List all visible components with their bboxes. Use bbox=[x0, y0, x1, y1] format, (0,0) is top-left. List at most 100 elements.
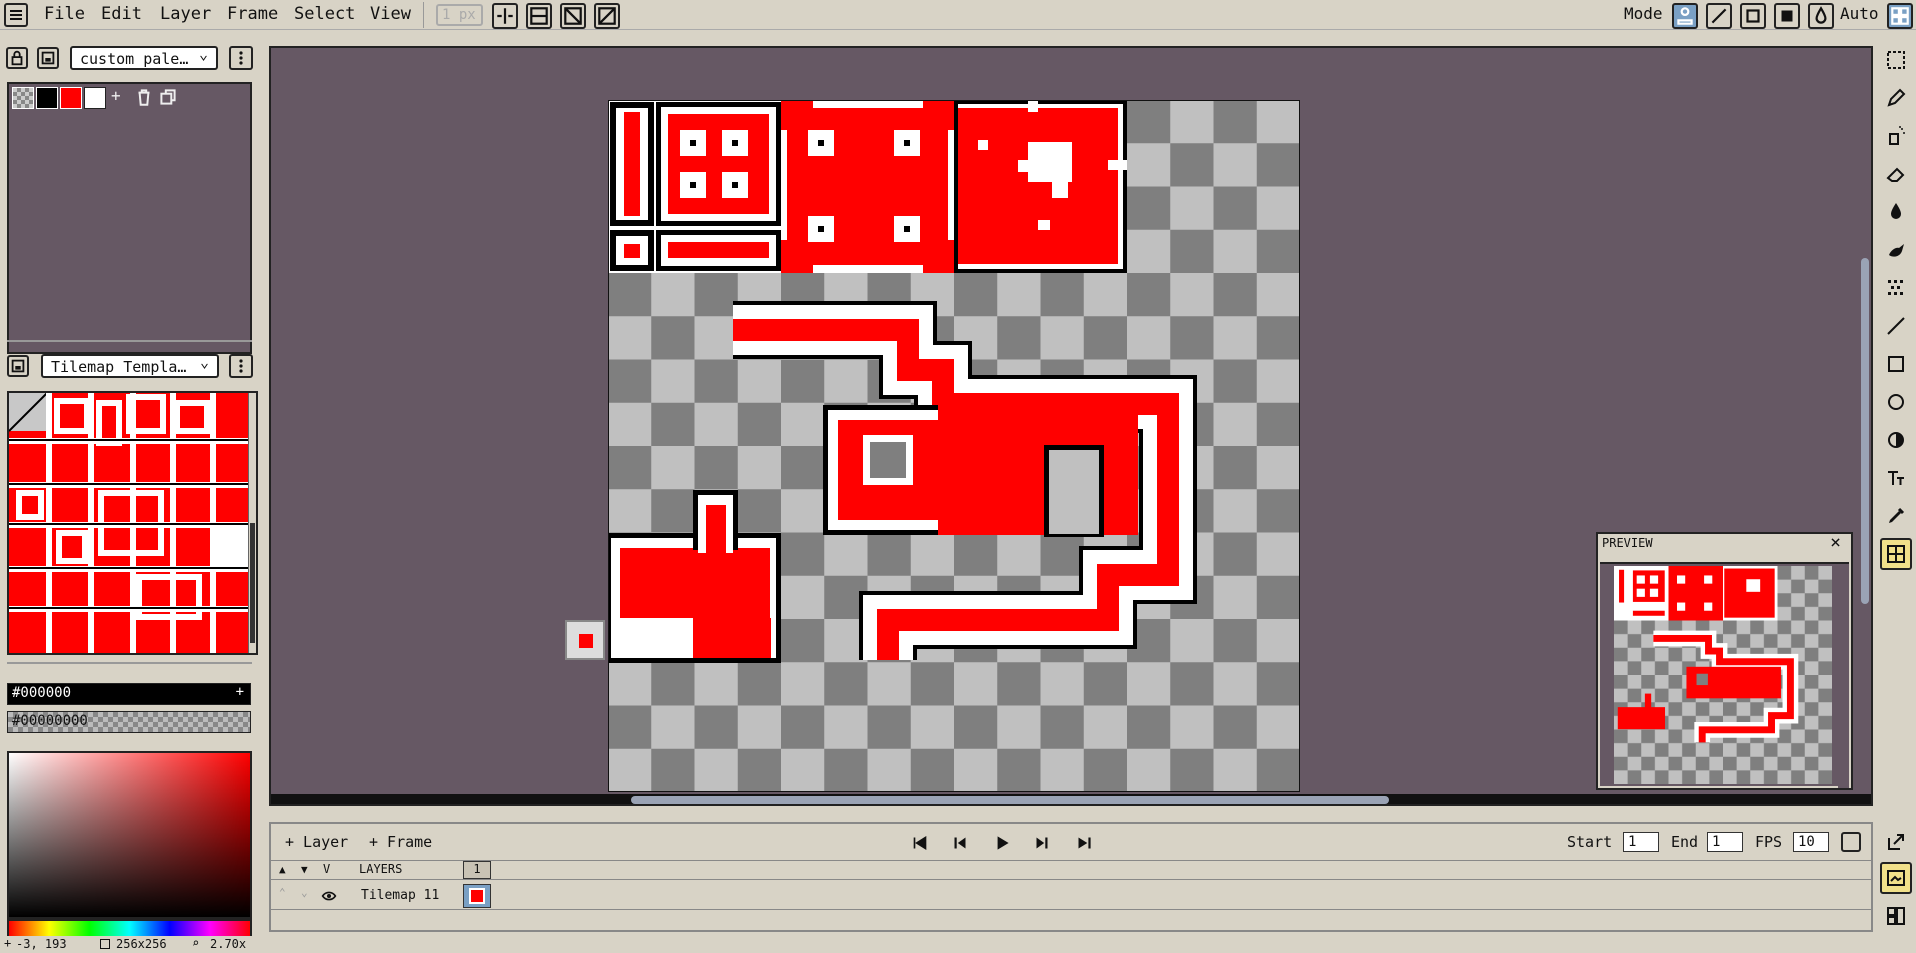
menu-select[interactable]: Select bbox=[294, 4, 355, 24]
mode-line-icon[interactable] bbox=[1706, 3, 1732, 29]
spray-icon[interactable] bbox=[1880, 120, 1912, 152]
smudge-icon[interactable] bbox=[1880, 234, 1912, 266]
palette-menu-icon[interactable] bbox=[229, 46, 253, 70]
swatch-white[interactable] bbox=[84, 87, 106, 109]
swatch-black[interactable] bbox=[36, 87, 58, 109]
vertical-scrollbar[interactable] bbox=[1861, 258, 1869, 604]
horizontal-scrollbar[interactable] bbox=[631, 796, 1389, 804]
add-layer-button[interactable]: + Layer bbox=[285, 833, 348, 851]
fps-label: FPS bbox=[1755, 833, 1783, 851]
preview-canvas bbox=[1600, 562, 1849, 788]
start-label: Start bbox=[1567, 833, 1613, 851]
pencil-icon[interactable] bbox=[1880, 82, 1912, 114]
canvas-size: 256x256 bbox=[116, 937, 167, 951]
zoom-icon: ⌕ bbox=[192, 936, 200, 950]
layers-header-row: ▲ ▼ V LAYERS 1 bbox=[271, 860, 1871, 880]
layer-up-icon[interactable]: ⌃ bbox=[279, 886, 286, 899]
rectangle-icon[interactable] bbox=[1880, 348, 1912, 380]
mode-stamp-icon[interactable] bbox=[1672, 3, 1698, 29]
lock-icon[interactable] bbox=[6, 47, 28, 69]
eye-icon[interactable] bbox=[321, 888, 337, 904]
layer-row[interactable]: ⌃ ⌄ Tilemap 11 bbox=[271, 882, 1871, 910]
mirror-diagonal-icon[interactable] bbox=[560, 3, 586, 29]
end-label: End bbox=[1671, 833, 1699, 851]
shading-icon[interactable] bbox=[1880, 424, 1912, 456]
save-palette-icon[interactable] bbox=[37, 47, 59, 69]
eraser-icon[interactable] bbox=[1880, 158, 1912, 190]
previous-frame-icon[interactable] bbox=[947, 830, 973, 856]
mirror-antidiagonal-icon[interactable] bbox=[594, 3, 620, 29]
last-frame-icon[interactable] bbox=[1071, 830, 1097, 856]
frame-number-cell[interactable]: 1 bbox=[463, 861, 491, 879]
mirror-horizontal-icon[interactable] bbox=[526, 3, 552, 29]
fps-input[interactable]: 10 bbox=[1793, 832, 1829, 852]
preview-title: PREVIEW bbox=[1602, 536, 1653, 550]
play-icon[interactable] bbox=[989, 830, 1015, 856]
loop-toggle[interactable] bbox=[1841, 832, 1861, 852]
end-input[interactable]: 1 bbox=[1707, 832, 1743, 852]
layer-down-icon[interactable]: ⌄ bbox=[301, 886, 308, 899]
canvas-viewport[interactable]: PREVIEW × bbox=[269, 46, 1873, 806]
color-picker-icon[interactable] bbox=[1880, 500, 1912, 532]
cursor-position: -3, 193 bbox=[16, 937, 67, 951]
secondary-color-field[interactable]: #00000000 bbox=[7, 711, 251, 733]
cursor-indicator bbox=[565, 620, 605, 660]
menu-file[interactable]: File bbox=[44, 4, 85, 24]
menu-edit[interactable]: Edit bbox=[101, 4, 142, 24]
export-icon[interactable] bbox=[1880, 826, 1912, 858]
menu-view[interactable]: View bbox=[370, 4, 411, 24]
fill-icon[interactable] bbox=[1880, 196, 1912, 228]
preview-panel: PREVIEW × bbox=[1596, 532, 1853, 790]
swatch-transparent[interactable] bbox=[12, 87, 34, 109]
primary-color-field[interactable]: #000000 + bbox=[7, 683, 251, 705]
brush-size-input[interactable]: 1 px bbox=[436, 4, 483, 26]
secondary-color-hex: #00000000 bbox=[12, 713, 88, 729]
color-picker-square[interactable] bbox=[7, 751, 252, 919]
ellipse-icon[interactable] bbox=[1880, 386, 1912, 418]
visibility-column-label: V bbox=[323, 862, 331, 876]
menu-frame[interactable]: Frame bbox=[227, 4, 278, 24]
panels-icon[interactable] bbox=[1880, 900, 1912, 932]
save-tileset-icon[interactable] bbox=[7, 355, 29, 377]
tileset-grid[interactable] bbox=[7, 391, 258, 655]
mode-bucket-icon[interactable] bbox=[1808, 3, 1834, 29]
mode-label: Mode bbox=[1624, 4, 1663, 23]
preview-close-button[interactable]: × bbox=[1830, 532, 1841, 553]
tileset-scrollbar[interactable] bbox=[248, 393, 256, 653]
rect-select-icon[interactable] bbox=[1880, 44, 1912, 76]
hamburger-menu-icon[interactable] bbox=[4, 3, 28, 27]
move-layer-down-icon[interactable]: ▼ bbox=[301, 863, 308, 876]
duplicate-swatch-icon[interactable] bbox=[157, 86, 179, 108]
status-bar: + -3, 193 256x256 ⌕ 2.70x bbox=[0, 936, 1916, 953]
tilemap-icon[interactable] bbox=[1880, 538, 1912, 570]
dither-icon[interactable] bbox=[1880, 272, 1912, 304]
move-layer-up-icon[interactable]: ▲ bbox=[279, 863, 286, 876]
reference-image-icon[interactable] bbox=[1880, 862, 1912, 894]
add-color-button[interactable]: + bbox=[236, 684, 244, 700]
tileset-menu-icon[interactable] bbox=[229, 354, 253, 378]
menu-layer[interactable]: Layer bbox=[160, 4, 211, 24]
line-icon[interactable] bbox=[1880, 310, 1912, 342]
palette-select[interactable]: custom pale… bbox=[70, 46, 218, 70]
cel-thumbnail[interactable] bbox=[463, 884, 491, 908]
text-icon[interactable] bbox=[1880, 462, 1912, 494]
start-input[interactable]: 1 bbox=[1623, 832, 1659, 852]
tileset-select[interactable]: Tilemap Templa… bbox=[41, 354, 219, 378]
layout-grid-icon[interactable] bbox=[1887, 3, 1913, 29]
menu-bar: File Edit Layer Frame Select View 1 px M… bbox=[0, 0, 1916, 30]
auto-label[interactable]: Auto bbox=[1840, 4, 1879, 23]
add-frame-button[interactable]: + Frame bbox=[369, 833, 432, 851]
mode-rect-icon[interactable] bbox=[1740, 3, 1766, 29]
next-frame-icon[interactable] bbox=[1029, 830, 1055, 856]
delete-swatch-icon[interactable] bbox=[133, 86, 155, 108]
left-panel: custom pale… + Tilemap Templa… bbox=[0, 31, 264, 953]
divider bbox=[7, 340, 252, 342]
layer-name[interactable]: Tilemap 11 bbox=[361, 888, 439, 903]
add-swatch-button[interactable]: + bbox=[111, 86, 121, 105]
mode-fill-rect-icon[interactable] bbox=[1774, 3, 1800, 29]
pixel-perfect-icon[interactable] bbox=[492, 3, 518, 29]
first-frame-icon[interactable] bbox=[907, 830, 933, 856]
pixel-canvas[interactable] bbox=[608, 100, 1300, 792]
canvas-size-icon bbox=[100, 939, 110, 949]
swatch-red[interactable] bbox=[60, 87, 82, 109]
